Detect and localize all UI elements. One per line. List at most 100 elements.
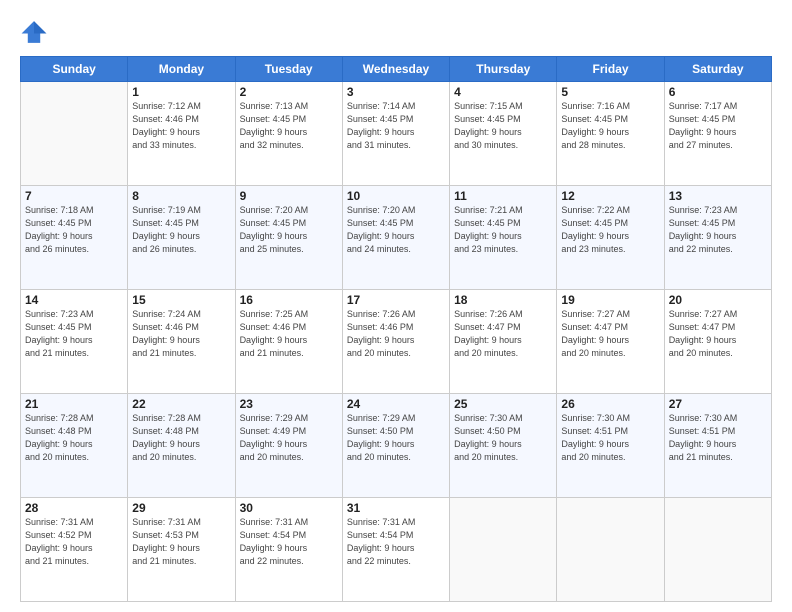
calendar-cell <box>21 82 128 186</box>
day-info: Sunrise: 7:23 AMSunset: 4:45 PMDaylight:… <box>25 308 123 360</box>
calendar-cell <box>664 498 771 602</box>
day-number: 3 <box>347 85 445 99</box>
week-row-4: 21Sunrise: 7:28 AMSunset: 4:48 PMDayligh… <box>21 394 772 498</box>
day-number: 22 <box>132 397 230 411</box>
day-info: Sunrise: 7:17 AMSunset: 4:45 PMDaylight:… <box>669 100 767 152</box>
calendar-cell: 4Sunrise: 7:15 AMSunset: 4:45 PMDaylight… <box>450 82 557 186</box>
day-number: 7 <box>25 189 123 203</box>
calendar-cell: 22Sunrise: 7:28 AMSunset: 4:48 PMDayligh… <box>128 394 235 498</box>
weekday-header-row: SundayMondayTuesdayWednesdayThursdayFrid… <box>21 57 772 82</box>
calendar-cell: 14Sunrise: 7:23 AMSunset: 4:45 PMDayligh… <box>21 290 128 394</box>
day-info: Sunrise: 7:14 AMSunset: 4:45 PMDaylight:… <box>347 100 445 152</box>
day-number: 1 <box>132 85 230 99</box>
day-number: 28 <box>25 501 123 515</box>
day-info: Sunrise: 7:12 AMSunset: 4:46 PMDaylight:… <box>132 100 230 152</box>
day-info: Sunrise: 7:26 AMSunset: 4:46 PMDaylight:… <box>347 308 445 360</box>
day-number: 29 <box>132 501 230 515</box>
calendar-cell: 9Sunrise: 7:20 AMSunset: 4:45 PMDaylight… <box>235 186 342 290</box>
calendar-cell: 25Sunrise: 7:30 AMSunset: 4:50 PMDayligh… <box>450 394 557 498</box>
day-number: 10 <box>347 189 445 203</box>
weekday-header-friday: Friday <box>557 57 664 82</box>
day-info: Sunrise: 7:22 AMSunset: 4:45 PMDaylight:… <box>561 204 659 256</box>
weekday-header-saturday: Saturday <box>664 57 771 82</box>
day-info: Sunrise: 7:27 AMSunset: 4:47 PMDaylight:… <box>669 308 767 360</box>
calendar-cell: 18Sunrise: 7:26 AMSunset: 4:47 PMDayligh… <box>450 290 557 394</box>
day-number: 24 <box>347 397 445 411</box>
day-number: 14 <box>25 293 123 307</box>
day-number: 25 <box>454 397 552 411</box>
day-info: Sunrise: 7:18 AMSunset: 4:45 PMDaylight:… <box>25 204 123 256</box>
day-number: 4 <box>454 85 552 99</box>
day-number: 26 <box>561 397 659 411</box>
calendar-cell: 26Sunrise: 7:30 AMSunset: 4:51 PMDayligh… <box>557 394 664 498</box>
calendar-cell: 13Sunrise: 7:23 AMSunset: 4:45 PMDayligh… <box>664 186 771 290</box>
weekday-header-wednesday: Wednesday <box>342 57 449 82</box>
weekday-header-monday: Monday <box>128 57 235 82</box>
day-number: 13 <box>669 189 767 203</box>
calendar-table: SundayMondayTuesdayWednesdayThursdayFrid… <box>20 56 772 602</box>
day-number: 20 <box>669 293 767 307</box>
calendar-cell: 1Sunrise: 7:12 AMSunset: 4:46 PMDaylight… <box>128 82 235 186</box>
calendar-cell: 28Sunrise: 7:31 AMSunset: 4:52 PMDayligh… <box>21 498 128 602</box>
day-info: Sunrise: 7:31 AMSunset: 4:54 PMDaylight:… <box>240 516 338 568</box>
calendar-cell: 20Sunrise: 7:27 AMSunset: 4:47 PMDayligh… <box>664 290 771 394</box>
calendar-cell: 24Sunrise: 7:29 AMSunset: 4:50 PMDayligh… <box>342 394 449 498</box>
day-info: Sunrise: 7:30 AMSunset: 4:51 PMDaylight:… <box>669 412 767 464</box>
calendar-cell <box>557 498 664 602</box>
weekday-header-sunday: Sunday <box>21 57 128 82</box>
day-number: 30 <box>240 501 338 515</box>
calendar-cell: 11Sunrise: 7:21 AMSunset: 4:45 PMDayligh… <box>450 186 557 290</box>
day-info: Sunrise: 7:27 AMSunset: 4:47 PMDaylight:… <box>561 308 659 360</box>
day-number: 9 <box>240 189 338 203</box>
calendar-cell <box>450 498 557 602</box>
calendar-cell: 7Sunrise: 7:18 AMSunset: 4:45 PMDaylight… <box>21 186 128 290</box>
calendar-cell: 6Sunrise: 7:17 AMSunset: 4:45 PMDaylight… <box>664 82 771 186</box>
day-info: Sunrise: 7:30 AMSunset: 4:51 PMDaylight:… <box>561 412 659 464</box>
day-number: 2 <box>240 85 338 99</box>
day-number: 15 <box>132 293 230 307</box>
calendar-cell: 15Sunrise: 7:24 AMSunset: 4:46 PMDayligh… <box>128 290 235 394</box>
calendar-cell: 17Sunrise: 7:26 AMSunset: 4:46 PMDayligh… <box>342 290 449 394</box>
calendar-cell: 19Sunrise: 7:27 AMSunset: 4:47 PMDayligh… <box>557 290 664 394</box>
day-number: 11 <box>454 189 552 203</box>
day-info: Sunrise: 7:20 AMSunset: 4:45 PMDaylight:… <box>240 204 338 256</box>
day-info: Sunrise: 7:28 AMSunset: 4:48 PMDaylight:… <box>132 412 230 464</box>
day-info: Sunrise: 7:24 AMSunset: 4:46 PMDaylight:… <box>132 308 230 360</box>
calendar-cell: 16Sunrise: 7:25 AMSunset: 4:46 PMDayligh… <box>235 290 342 394</box>
calendar-cell: 5Sunrise: 7:16 AMSunset: 4:45 PMDaylight… <box>557 82 664 186</box>
calendar-cell: 3Sunrise: 7:14 AMSunset: 4:45 PMDaylight… <box>342 82 449 186</box>
calendar-cell: 27Sunrise: 7:30 AMSunset: 4:51 PMDayligh… <box>664 394 771 498</box>
day-number: 27 <box>669 397 767 411</box>
day-number: 8 <box>132 189 230 203</box>
day-info: Sunrise: 7:15 AMSunset: 4:45 PMDaylight:… <box>454 100 552 152</box>
calendar-cell: 10Sunrise: 7:20 AMSunset: 4:45 PMDayligh… <box>342 186 449 290</box>
day-info: Sunrise: 7:16 AMSunset: 4:45 PMDaylight:… <box>561 100 659 152</box>
calendar-cell: 30Sunrise: 7:31 AMSunset: 4:54 PMDayligh… <box>235 498 342 602</box>
day-number: 31 <box>347 501 445 515</box>
day-info: Sunrise: 7:31 AMSunset: 4:52 PMDaylight:… <box>25 516 123 568</box>
calendar-cell: 21Sunrise: 7:28 AMSunset: 4:48 PMDayligh… <box>21 394 128 498</box>
day-info: Sunrise: 7:28 AMSunset: 4:48 PMDaylight:… <box>25 412 123 464</box>
day-info: Sunrise: 7:29 AMSunset: 4:49 PMDaylight:… <box>240 412 338 464</box>
weekday-header-tuesday: Tuesday <box>235 57 342 82</box>
week-row-3: 14Sunrise: 7:23 AMSunset: 4:45 PMDayligh… <box>21 290 772 394</box>
week-row-5: 28Sunrise: 7:31 AMSunset: 4:52 PMDayligh… <box>21 498 772 602</box>
day-info: Sunrise: 7:13 AMSunset: 4:45 PMDaylight:… <box>240 100 338 152</box>
day-number: 5 <box>561 85 659 99</box>
week-row-1: 1Sunrise: 7:12 AMSunset: 4:46 PMDaylight… <box>21 82 772 186</box>
logo-icon <box>20 18 48 46</box>
logo <box>20 18 52 46</box>
header <box>20 18 772 46</box>
day-number: 23 <box>240 397 338 411</box>
weekday-header-thursday: Thursday <box>450 57 557 82</box>
day-info: Sunrise: 7:23 AMSunset: 4:45 PMDaylight:… <box>669 204 767 256</box>
calendar-cell: 23Sunrise: 7:29 AMSunset: 4:49 PMDayligh… <box>235 394 342 498</box>
day-number: 17 <box>347 293 445 307</box>
day-number: 19 <box>561 293 659 307</box>
day-info: Sunrise: 7:29 AMSunset: 4:50 PMDaylight:… <box>347 412 445 464</box>
day-number: 21 <box>25 397 123 411</box>
day-info: Sunrise: 7:30 AMSunset: 4:50 PMDaylight:… <box>454 412 552 464</box>
day-info: Sunrise: 7:31 AMSunset: 4:53 PMDaylight:… <box>132 516 230 568</box>
day-number: 12 <box>561 189 659 203</box>
day-number: 18 <box>454 293 552 307</box>
